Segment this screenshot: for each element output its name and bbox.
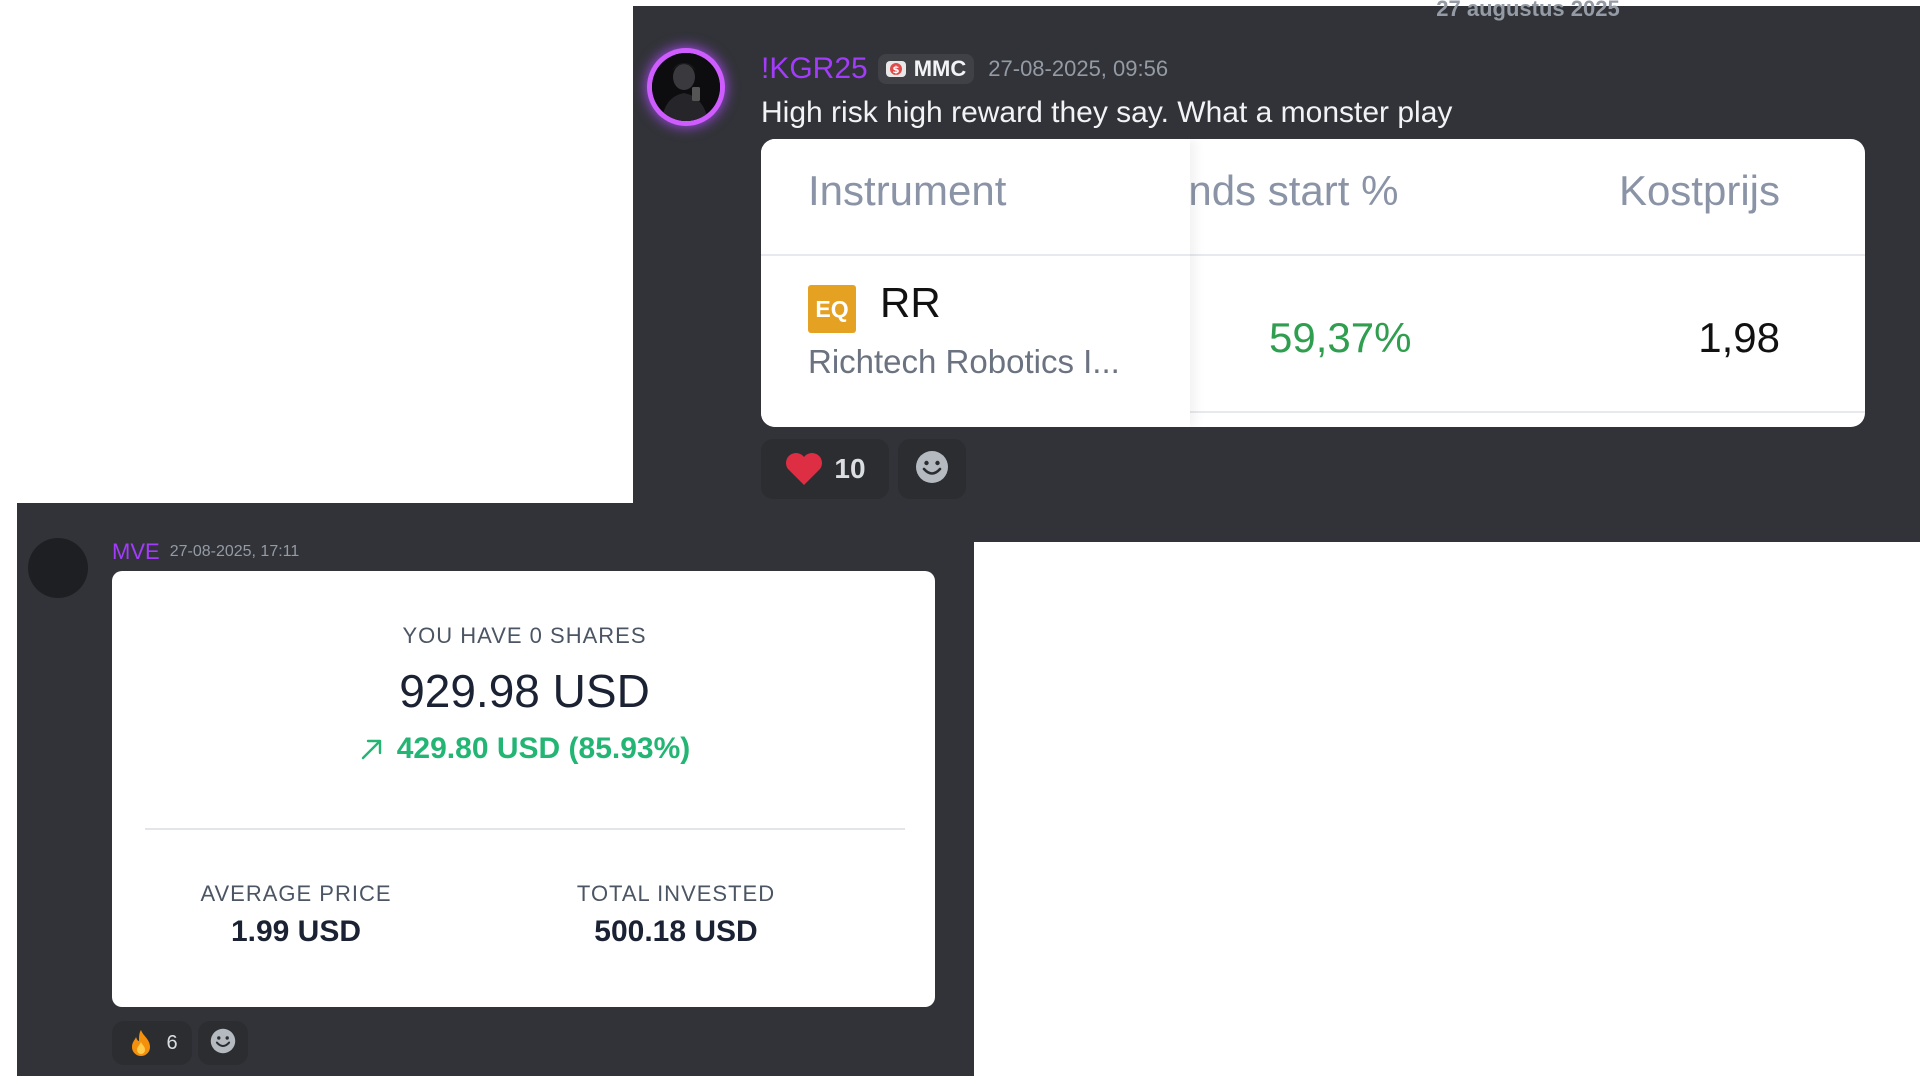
timestamp: 27-08-2025, 17:11 — [169, 543, 300, 560]
fire-icon — [126, 1028, 156, 1058]
holdings-card-image[interactable]: YOU HAVE 0 SHARES 929.98 USD 429.80 USD … — [112, 571, 935, 1007]
username[interactable]: MVE — [112, 539, 160, 565]
reaction-heart[interactable]: 10 — [761, 439, 889, 499]
date-divider: 27 augustus 2025 — [1436, 0, 1620, 21]
portfolio-table-image[interactable]: Sinds start % Kostprijs 59,37% 1,98 Inst… — [761, 139, 1865, 427]
smiley-icon — [915, 450, 949, 489]
ticker-symbol: RR — [880, 279, 941, 326]
smiley-icon — [210, 1028, 236, 1059]
card-divider — [145, 828, 905, 830]
header-instrument: Instrument — [808, 167, 1007, 214]
reaction-fire[interactable]: 6 — [112, 1021, 192, 1065]
average-price-value: 1.99 USD — [230, 915, 362, 948]
equity-badge: EQ — [808, 285, 856, 333]
username[interactable]: !KGR25 — [761, 52, 868, 86]
message-header: MVE 27-08-2025, 17:11 — [112, 537, 299, 567]
message-text: High risk high reward they say. What a m… — [761, 96, 1453, 129]
shares-label: YOU HAVE 0 SHARES — [402, 623, 647, 648]
cost-price-value: 1,98 — [1698, 314, 1780, 361]
user-avatar[interactable] — [647, 48, 725, 126]
average-price-block: AVERAGE PRICE 1.99 USD — [146, 881, 446, 949]
gain-value: 429.80 USD (85.93%) — [396, 732, 691, 765]
instrument-column: Instrument EQ RR Richtech Robotics I... — [761, 139, 1190, 427]
message-header: !KGR25 $ MMC 27-08-2025, 09:56 — [761, 50, 1168, 88]
arrow-up-right-icon — [359, 736, 385, 762]
reaction-count: 10 — [834, 453, 866, 484]
total-invested-value: 500.18 USD — [594, 915, 758, 948]
average-price-label: AVERAGE PRICE — [200, 881, 392, 906]
add-reaction-button[interactable] — [898, 439, 966, 499]
money-bag-icon: $ — [884, 57, 908, 81]
add-reaction-button[interactable] — [198, 1021, 248, 1065]
header-divider-sticky — [761, 254, 1190, 256]
role-badge[interactable]: $ MMC — [877, 54, 975, 84]
position-value: 929.98 USD — [399, 665, 650, 717]
total-invested-block: TOTAL INVESTED 500.18 USD — [526, 881, 826, 949]
top-message-panel: 27 augustus 2025 !KGR25 $ MMC 27-08-2025… — [633, 0, 1920, 542]
heart-icon — [784, 451, 824, 487]
since-start-value: 59,37% — [1269, 314, 1412, 361]
user-avatar[interactable] — [28, 538, 88, 598]
reaction-count: 6 — [166, 1031, 178, 1054]
svg-text:$: $ — [892, 65, 899, 76]
company-name: Richtech Robotics I... — [808, 343, 1120, 380]
bottom-message-panel: MVE 27-08-2025, 17:11 YOU HAVE 0 SHARES … — [17, 503, 974, 1076]
role-badge-label: MMC — [913, 56, 967, 81]
gain-row: 429.80 USD (85.93%) — [112, 732, 937, 766]
total-invested-label: TOTAL INVESTED — [576, 881, 776, 906]
header-cost-price: Kostprijs — [1618, 167, 1780, 214]
avatar-photo — [652, 53, 720, 121]
timestamp: 27-08-2025, 09:56 — [988, 56, 1169, 81]
